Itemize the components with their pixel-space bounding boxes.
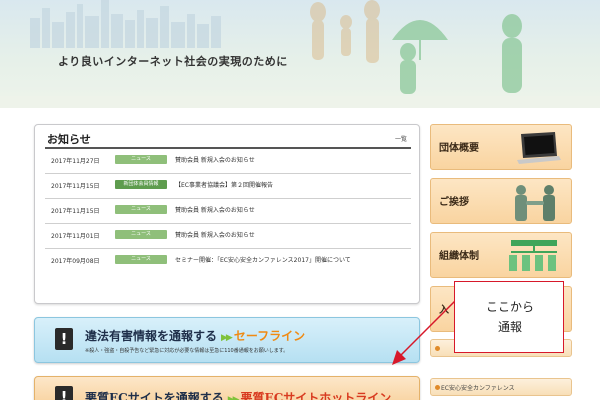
news-headline[interactable]: 賛助会員 新規入会のお知らせ [175,156,405,165]
news-item[interactable]: 2017年11月27日 ニュース 賛助会員 新規入会のお知らせ [45,149,411,174]
news-category-badge: ニュース [115,230,167,239]
news-item[interactable]: 2017年09月08日 ニュース セミナー開催：「EC安心安全カンファレンス20… [45,249,411,281]
news-date: 2017年11月27日 [51,158,100,165]
exclamation-icon [55,328,73,350]
double-arrow-icon: ▶▶ [227,395,240,400]
menu-small-label: EC安心安全カンファレンス [441,385,515,392]
laptop-icon [517,132,561,164]
callout-line-2: 通報 [497,320,522,334]
handshake-icon [515,185,555,221]
hero-slogan: より良いインターネット社会の実現のために [58,55,288,68]
news-headline[interactable]: セミナー開催：「EC安心安全カンファレンス2017」開催について [175,256,405,265]
news-item[interactable]: 2017年11月01日 ニュース 賛助会員 新規入会のお知らせ [45,224,411,249]
menu-label: 入 [439,305,449,316]
news-item[interactable]: 2017年11月15日 新団体会員情報 【EC事業者協議会】第２回開催報告 [45,174,411,199]
org-chart-icon [509,240,557,271]
menu-label: ご挨拶 [439,197,469,208]
menu-greeting[interactable]: ご挨拶 [430,178,572,224]
menu-organization-structure[interactable]: 組織体制 [430,232,572,278]
news-title: お知らせ [47,133,91,146]
news-date: 2017年11月15日 [51,208,100,215]
annotation-callout: ここから 通報 [454,281,564,353]
page: より良いインターネット社会の実現のために お知らせ 一覧 2017年11月27日… [0,0,600,400]
bullet-icon [435,385,440,390]
callout-line-1: ここから [485,300,534,314]
safeline-banner-note: ※殺人・強盗・自殺予告など緊急に対応が必要な情報は至急に110番通報をお願いしま… [85,348,289,354]
news-headline[interactable]: 【EC事業者協議会】第２回開催報告 [175,181,405,190]
news-category-badge: ニュース [115,255,167,264]
news-item[interactable]: 2017年11月15日 ニュース 賛助会員 新規入会のお知らせ [45,199,411,224]
ec-banner-main-text: 悪質ECサイトを通報する [85,391,224,400]
menu-label: 団体概要 [439,143,479,154]
exclamation-icon [55,386,73,400]
safeline-name: セーフライン [233,329,306,343]
hero-banner: より良いインターネット社会の実現のために [0,0,600,108]
news-headline[interactable]: 賛助会員 新規入会のお知らせ [175,206,405,215]
news-category-badge: ニュース [115,205,167,214]
news-category-badge: ニュース [115,155,167,164]
news-category-badge: 新団体会員情報 [115,180,167,189]
news-date: 2017年09月08日 [51,258,100,265]
ec-banner-heading: 悪質ECサイトを通報する ▶▶ 悪質ECサイトホットライン [85,387,391,400]
callout-text: ここから 通報 [455,297,565,337]
menu-organization-overview[interactable]: 団体概要 [430,124,572,170]
bullet-icon [435,346,440,351]
news-date: 2017年11月15日 [51,183,100,190]
safeline-banner-heading: 違法有害情報を通報する ▶▶ セーフライン [85,325,305,344]
menu-ec-conference[interactable]: EC安心安全カンファレンス [430,378,572,396]
ec-hotline-name: 悪質ECサイトホットライン [240,391,392,400]
ec-hotline-report-banner[interactable]: 悪質ECサイトを通報する▶▶悪質ECサイトホットライン [34,376,420,400]
news-headline[interactable]: 賛助会員 新規入会のお知らせ [175,231,405,240]
double-arrow-icon: ▶▶ [221,333,233,343]
menu-label: 組織体制 [439,251,479,262]
news-date: 2017年11月01日 [51,233,100,240]
safeline-report-banner[interactable]: 違法有害情報を通報する▶▶セーフライン ※殺人・強盗・自殺予告など緊急に対応が必… [34,317,420,363]
news-list-link[interactable]: 一覧 [395,134,407,143]
safeline-banner-main-text: 違法有害情報を通報する [85,329,218,343]
news-panel: お知らせ 一覧 2017年11月27日 ニュース 賛助会員 新規入会のお知らせ … [34,124,420,304]
